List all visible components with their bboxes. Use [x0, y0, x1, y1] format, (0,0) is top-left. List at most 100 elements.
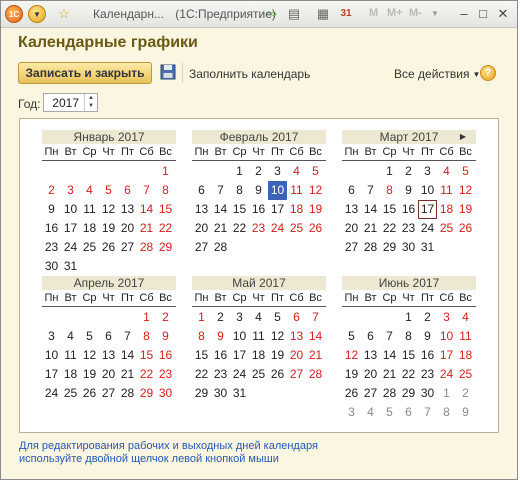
- day-cell[interactable]: 5: [342, 327, 361, 346]
- day-cell[interactable]: 15: [137, 346, 156, 365]
- memory-subtract-button[interactable]: M-: [409, 7, 422, 19]
- day-cell[interactable]: 15: [399, 346, 418, 365]
- day-cell[interactable]: 16: [399, 200, 418, 219]
- day-cell[interactable]: 22: [192, 365, 211, 384]
- day-cell[interactable]: 21: [361, 219, 380, 238]
- day-cell[interactable]: 23: [211, 365, 230, 384]
- day-cell[interactable]: 11: [287, 181, 306, 200]
- close-button[interactable]: ✕: [495, 6, 511, 22]
- day-cell[interactable]: 10: [42, 346, 61, 365]
- day-cell[interactable]: 25: [456, 365, 475, 384]
- day-cell[interactable]: 2: [211, 308, 230, 327]
- next-month-day-cell[interactable]: 5: [380, 403, 399, 422]
- day-cell[interactable]: 12: [268, 327, 287, 346]
- day-cell[interactable]: 26: [99, 238, 118, 257]
- day-cell[interactable]: 11: [437, 181, 456, 200]
- day-cell[interactable]: 16: [42, 219, 61, 238]
- day-cell[interactable]: 13: [287, 327, 306, 346]
- next-month-day-cell[interactable]: 7: [418, 403, 437, 422]
- memory-add-button[interactable]: M+: [387, 7, 403, 19]
- day-cell[interactable]: 13: [192, 200, 211, 219]
- day-cell[interactable]: 10: [437, 327, 456, 346]
- day-cell[interactable]: 7: [361, 181, 380, 200]
- day-cell[interactable]: 23: [42, 238, 61, 257]
- day-cell[interactable]: 5: [268, 308, 287, 327]
- day-cell[interactable]: 11: [80, 200, 99, 219]
- day-cell[interactable]: 24: [437, 365, 456, 384]
- spin-up-icon[interactable]: ▲: [85, 94, 97, 102]
- day-cell[interactable]: 29: [192, 384, 211, 403]
- day-cell[interactable]: 9: [156, 327, 175, 346]
- day-cell[interactable]: 18: [249, 346, 268, 365]
- next-month-day-cell[interactable]: 2: [456, 384, 475, 403]
- day-cell[interactable]: 27: [361, 384, 380, 403]
- day-cell[interactable]: 17: [268, 200, 287, 219]
- day-cell[interactable]: 3: [268, 162, 287, 181]
- day-cell[interactable]: 24: [230, 365, 249, 384]
- calendar-icon[interactable]: 31: [338, 6, 354, 22]
- day-cell[interactable]: 4: [437, 162, 456, 181]
- day-cell[interactable]: 9: [399, 181, 418, 200]
- menu-dropdown-icon[interactable]: ▼: [28, 5, 46, 23]
- day-cell[interactable]: 12: [80, 346, 99, 365]
- day-cell[interactable]: 22: [156, 219, 175, 238]
- day-cell[interactable]: 12: [456, 181, 475, 200]
- day-cell[interactable]: 15: [380, 200, 399, 219]
- day-cell[interactable]: 23: [418, 365, 437, 384]
- day-cell[interactable]: 25: [80, 238, 99, 257]
- day-cell[interactable]: 28: [211, 238, 230, 257]
- day-cell[interactable]: 3: [61, 181, 80, 200]
- day-cell[interactable]: 24: [61, 238, 80, 257]
- day-cell[interactable]: 19: [268, 346, 287, 365]
- day-cell[interactable]: 27: [192, 238, 211, 257]
- next-month-day-cell[interactable]: 8: [437, 403, 456, 422]
- day-cell[interactable]: 25: [249, 365, 268, 384]
- day-cell[interactable]: 4: [456, 308, 475, 327]
- day-cell[interactable]: 17: [230, 346, 249, 365]
- day-cell[interactable]: 17: [42, 365, 61, 384]
- memory-store-button[interactable]: M: [369, 7, 378, 19]
- day-cell[interactable]: 18: [287, 200, 306, 219]
- next-month-day-cell[interactable]: 9: [456, 403, 475, 422]
- day-cell[interactable]: 28: [137, 238, 156, 257]
- day-cell[interactable]: 18: [437, 200, 456, 219]
- day-cell[interactable]: 6: [342, 181, 361, 200]
- day-cell[interactable]: 24: [418, 219, 437, 238]
- day-cell[interactable]: 29: [380, 238, 399, 257]
- day-cell[interactable]: 4: [287, 162, 306, 181]
- day-cell[interactable]: 22: [380, 219, 399, 238]
- day-cell[interactable]: 7: [380, 327, 399, 346]
- day-cell[interactable]: 30: [156, 384, 175, 403]
- day-cell[interactable]: 10: [230, 327, 249, 346]
- day-cell[interactable]: 4: [249, 308, 268, 327]
- day-cell[interactable]: 17: [418, 200, 437, 219]
- calendar-panel[interactable]: Январь 2017 Пн Вт Ср Чт Пт Сб Вс 1 2 3 4 5 6 7 8 9 10 11…: [19, 118, 499, 433]
- favorite-star-icon[interactable]: ☆: [56, 6, 72, 22]
- day-cell[interactable]: 2: [249, 162, 268, 181]
- next-month-icon[interactable]: ▶: [460, 130, 466, 144]
- day-cell[interactable]: 2: [156, 308, 175, 327]
- day-cell[interactable]: 19: [80, 365, 99, 384]
- day-cell[interactable]: 22: [137, 365, 156, 384]
- save-and-close-button[interactable]: Записать и закрыть: [18, 62, 152, 84]
- day-cell[interactable]: 31: [418, 238, 437, 257]
- day-cell[interactable]: 13: [99, 346, 118, 365]
- next-month-day-cell[interactable]: 4: [361, 403, 380, 422]
- day-cell[interactable]: 1: [192, 308, 211, 327]
- day-cell[interactable]: 9: [211, 327, 230, 346]
- day-cell[interactable]: 25: [437, 219, 456, 238]
- day-cell[interactable]: 1: [380, 162, 399, 181]
- all-actions-menu[interactable]: Все действия ▼: [394, 67, 480, 81]
- day-grid[interactable]: 1 2 3 4 5 6 7 8 9 10 11 12 13 14 15 16 17 18 19 20 21 22 23 24 2…: [192, 162, 326, 257]
- day-cell[interactable]: 6: [361, 327, 380, 346]
- day-cell[interactable]: 11: [61, 346, 80, 365]
- day-cell[interactable]: 27: [342, 238, 361, 257]
- day-cell[interactable]: 14: [118, 346, 137, 365]
- fill-calendar-button[interactable]: Заполнить календарь: [189, 67, 310, 81]
- day-cell[interactable]: 8: [137, 327, 156, 346]
- day-cell[interactable]: 21: [380, 365, 399, 384]
- day-cell[interactable]: 20: [361, 365, 380, 384]
- day-cell[interactable]: 21: [306, 346, 325, 365]
- day-cell[interactable]: 5: [80, 327, 99, 346]
- day-cell[interactable]: 31: [230, 384, 249, 403]
